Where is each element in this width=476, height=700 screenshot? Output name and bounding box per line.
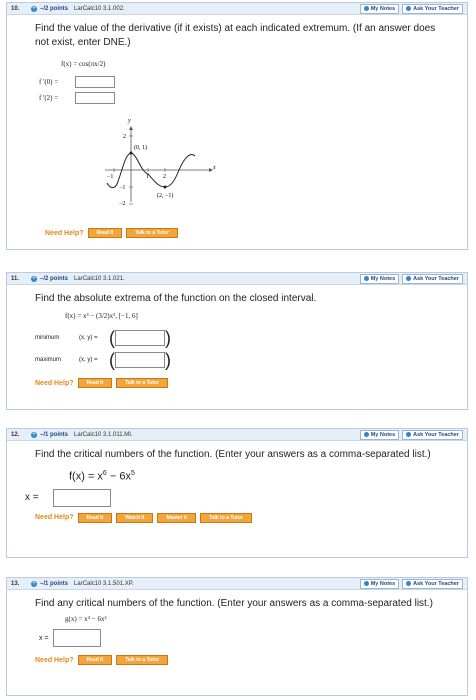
notes-icon xyxy=(363,276,369,281)
function-formula: f(x) = x³ − (3/2)x², [−1, 6] xyxy=(65,312,138,320)
teacher-icon xyxy=(406,6,412,11)
x-label: x = xyxy=(39,634,49,642)
need-help-bar: Need Help? Read It Talk to a Tutor xyxy=(35,655,439,665)
notes-icon xyxy=(363,6,369,11)
function-formula: g(x) = x⁴ − 6x² xyxy=(65,615,107,623)
question-number: 12. xyxy=(11,431,20,438)
expand-icon[interactable]: + xyxy=(31,5,37,12)
read-it-button[interactable]: Read It xyxy=(77,655,113,665)
maximum-label: maximum xyxy=(35,357,62,363)
question-prompt: Find the value of the derivative (if it … xyxy=(35,23,436,48)
question-header: 13. + –/1 points LarCalc10 3.1.501.XP. M… xyxy=(7,578,467,590)
question-prompt: Find the critical numbers of the functio… xyxy=(35,449,431,460)
my-notes-button[interactable]: My Notes xyxy=(359,578,400,589)
xy-label: (x, y) = xyxy=(79,357,98,363)
fp0-answer-field[interactable] xyxy=(75,76,115,88)
source-label: LarCalc10 3.1.501.XP. xyxy=(74,580,134,587)
watch-it-button[interactable]: Watch It xyxy=(116,512,154,523)
function-formula: f(x) = x6 − 6x5 xyxy=(69,470,135,483)
question-header: 11. + –/2 points LarCalc10 3.1.021. My N… xyxy=(7,273,467,285)
need-help-label: Need Help? xyxy=(45,229,84,237)
talk-tutor-button[interactable]: Talk to a Tutor xyxy=(126,228,178,238)
question-prompt: Find any critical numbers of the functio… xyxy=(35,598,433,609)
critical-numbers-field[interactable] xyxy=(53,488,111,507)
my-notes-button[interactable]: My Notes xyxy=(359,3,400,14)
ask-teacher-button[interactable]: Ask Your Teacher xyxy=(402,3,463,14)
fp2-label: f '(2) = xyxy=(39,94,59,102)
need-help-label: Need Help? xyxy=(35,379,74,387)
points-label: –/2 points xyxy=(40,5,69,12)
question-header: 10. + –/2 points LarCalc10 3.1.002. My N… xyxy=(7,3,467,15)
question-13: 13. + –/1 points LarCalc10 3.1.501.XP. M… xyxy=(6,577,468,696)
need-help-label: Need Help? xyxy=(35,656,74,664)
tick-x-2: 2 xyxy=(163,174,166,180)
question-prompt: Find the absolute extrema of the functio… xyxy=(35,293,317,304)
notes-icon xyxy=(363,432,369,437)
master-it-button[interactable]: Master It xyxy=(157,512,197,523)
cosine-graph: y x 2 −1 −2 1 2 −1 (0, 1) (2, −1) xyxy=(105,118,216,206)
points-label: –/1 points xyxy=(40,580,69,587)
minimum-label: minimum xyxy=(35,335,60,341)
x-axis-label: x xyxy=(212,165,216,171)
ask-teacher-button[interactable]: Ask Your Teacher xyxy=(402,578,463,589)
ask-teacher-button[interactable]: Ask Your Teacher xyxy=(402,429,463,440)
extremum-point-b xyxy=(163,185,167,189)
expand-icon[interactable]: + xyxy=(31,431,37,438)
tick-y-2: 2 xyxy=(123,134,126,140)
tick-y-neg1: −1 xyxy=(119,185,125,191)
my-notes-button[interactable]: My Notes xyxy=(359,429,400,440)
need-help-bar: Need Help? Read It Talk to a Tutor xyxy=(35,378,439,388)
teacher-icon xyxy=(406,432,412,437)
function-formula: f(x) = cos(πx/2) xyxy=(61,60,106,68)
read-it-button[interactable]: Read It xyxy=(87,228,123,238)
paren-close: ) xyxy=(165,350,171,370)
extremum-point-a xyxy=(129,151,133,155)
question-12: 12. + –/1 points LarCalc10 3.1.011.MI. M… xyxy=(6,428,468,558)
question-10: 10. + –/2 points LarCalc10 3.1.002. My N… xyxy=(6,2,468,250)
expand-icon[interactable]: + xyxy=(31,275,37,282)
need-help-bar: Need Help? Read It Watch It Master It Ta… xyxy=(35,512,439,523)
tick-y-neg2: −2 xyxy=(119,201,125,206)
paren-close: ) xyxy=(165,328,171,348)
ask-teacher-button[interactable]: Ask Your Teacher xyxy=(402,273,463,284)
talk-tutor-button[interactable]: Talk to a Tutor xyxy=(116,378,168,388)
minimum-answer-field[interactable] xyxy=(115,330,165,346)
talk-tutor-button[interactable]: Talk to a Tutor xyxy=(200,512,252,523)
notes-icon xyxy=(363,581,369,586)
points-label: –/1 points xyxy=(40,431,69,438)
question-11: 11. + –/2 points LarCalc10 3.1.021. My N… xyxy=(6,272,468,410)
my-notes-button[interactable]: My Notes xyxy=(359,273,400,284)
tick-x-neg1: −1 xyxy=(107,174,113,180)
xy-label: (x, y) = xyxy=(79,335,98,341)
point-b-label: (2, −1) xyxy=(157,192,173,199)
y-axis-label: y xyxy=(127,118,131,124)
source-label: LarCalc10 3.1.002. xyxy=(74,5,125,12)
point-a-label: (0, 1) xyxy=(134,144,147,151)
question-number: 11. xyxy=(11,275,20,282)
source-label: LarCalc10 3.1.021. xyxy=(74,275,125,282)
points-label: –/2 points xyxy=(40,275,69,282)
x-label: x = xyxy=(25,492,39,504)
talk-tutor-button[interactable]: Talk to a Tutor xyxy=(116,655,168,665)
fp0-label: f '(0) = xyxy=(39,78,59,86)
question-number: 10. xyxy=(11,5,20,12)
question-header: 12. + –/1 points LarCalc10 3.1.011.MI. M… xyxy=(7,429,467,441)
need-help-label: Need Help? xyxy=(35,514,74,522)
critical-numbers-field[interactable] xyxy=(53,629,101,647)
question-number: 13. xyxy=(11,580,20,587)
read-it-button[interactable]: Read It xyxy=(77,512,113,523)
fp2-answer-field[interactable] xyxy=(75,92,115,104)
need-help-bar: Need Help? Read It Talk to a Tutor xyxy=(45,228,178,238)
source-label: LarCalc10 3.1.011.MI. xyxy=(74,431,133,438)
maximum-answer-field[interactable] xyxy=(115,352,165,368)
teacher-icon xyxy=(406,276,412,281)
expand-icon[interactable]: + xyxy=(31,580,37,587)
read-it-button[interactable]: Read It xyxy=(77,378,113,388)
teacher-icon xyxy=(406,581,412,586)
